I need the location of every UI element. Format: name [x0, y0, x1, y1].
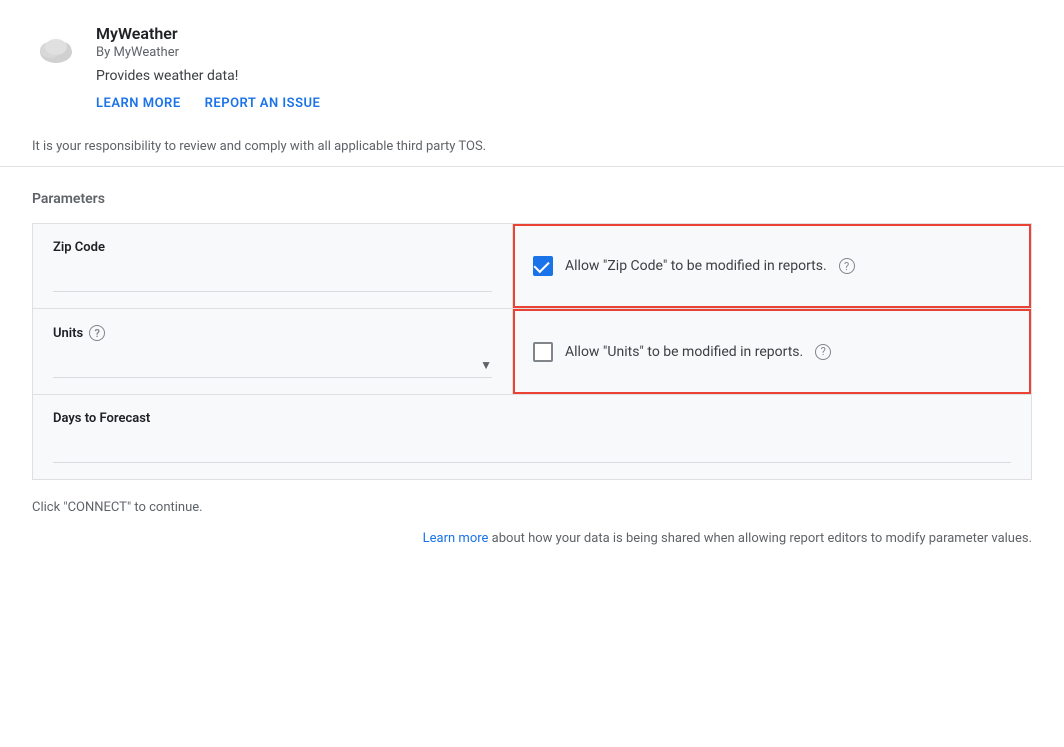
param-row-days: Days to Forecast — [32, 395, 1032, 480]
zipcode-input[interactable] — [53, 267, 492, 292]
param-row-units: Units ? Imperial Metric ▼ Allow "Units" … — [32, 309, 1032, 395]
param-right-zipcode: Allow "Zip Code" to be modified in repor… — [513, 224, 1031, 308]
app-icon — [32, 24, 80, 72]
units-help-icon[interactable]: ? — [89, 325, 105, 341]
units-select-wrapper: Imperial Metric ▼ — [53, 353, 492, 378]
parameters-section: Parameters Zip Code Allow "Zip Code" to … — [0, 191, 1064, 480]
divider — [0, 166, 1064, 167]
param-label-days: Days to Forecast — [53, 411, 1011, 426]
app-by: By MyWeather — [96, 45, 320, 60]
app-name: MyWeather — [96, 24, 320, 43]
allow-row-zipcode: Allow "Zip Code" to be modified in repor… — [533, 256, 855, 276]
report-issue-link[interactable]: REPORT AN ISSUE — [205, 96, 321, 111]
param-right-units: Allow "Units" to be modified in reports.… — [513, 309, 1031, 394]
param-row-zipcode: Zip Code Allow "Zip Code" to be modified… — [32, 223, 1032, 309]
units-checkbox[interactable] — [533, 342, 553, 362]
days-input[interactable] — [53, 438, 1011, 463]
allow-row-units: Allow "Units" to be modified in reports.… — [533, 342, 831, 362]
app-header: MyWeather By MyWeather Provides weather … — [0, 0, 1064, 127]
param-left-zipcode: Zip Code — [33, 224, 513, 308]
dropdown-arrow-icon: ▼ — [480, 358, 492, 372]
footer-text: Click "CONNECT" to continue. — [0, 480, 1064, 523]
app-description: Provides weather data! — [96, 68, 320, 84]
footer-learn-more-link[interactable]: Learn more — [423, 531, 489, 546]
param-label-zipcode: Zip Code — [53, 240, 492, 255]
param-left-units: Units ? Imperial Metric ▼ — [33, 309, 513, 394]
tos-notice: It is your responsibility to review and … — [0, 127, 1064, 166]
footer-note: Learn more about how your data is being … — [0, 523, 1064, 554]
param-label-units: Units ? — [53, 325, 492, 341]
param-left-days: Days to Forecast — [33, 395, 1031, 479]
learn-more-link[interactable]: LEARN MORE — [96, 96, 181, 111]
app-links: LEARN MORE REPORT AN ISSUE — [96, 96, 320, 111]
units-allow-text: Allow "Units" to be modified in reports. — [565, 344, 803, 360]
units-allow-help-icon[interactable]: ? — [815, 344, 831, 360]
zipcode-allow-text: Allow "Zip Code" to be modified in repor… — [565, 258, 827, 274]
units-select[interactable]: Imperial Metric — [53, 357, 480, 373]
zipcode-checkbox[interactable] — [533, 256, 553, 276]
app-info: MyWeather By MyWeather Provides weather … — [96, 24, 320, 111]
zipcode-allow-help-icon[interactable]: ? — [839, 258, 855, 274]
parameters-title: Parameters — [32, 191, 1032, 207]
